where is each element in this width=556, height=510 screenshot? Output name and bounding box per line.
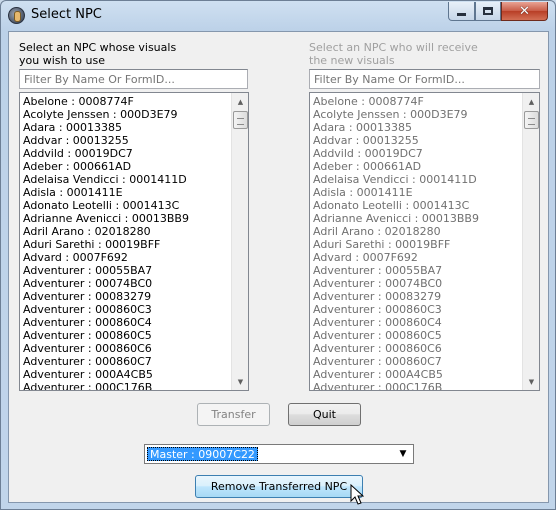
list-item[interactable]: Adventurer : 000860C6 (310, 342, 522, 355)
target-npc-label-line1: Select an NPC who will receive (309, 41, 478, 54)
scroll-thumb[interactable] (524, 111, 539, 129)
list-item[interactable]: Adventurer : 000A4CB5 (20, 368, 232, 381)
target-npc-label: Select an NPC who will receive the new v… (309, 41, 478, 67)
list-item[interactable]: Adril Arano : 02018280 (310, 225, 522, 238)
title-bar[interactable]: Select NPC ✕ (1, 1, 555, 31)
list-item[interactable]: Adeber : 000661AD (20, 160, 232, 173)
target-npc-label-line2: the new visuals (309, 54, 395, 67)
source-npc-label-line2: you wish to use (19, 54, 105, 67)
close-button[interactable]: ✕ (501, 2, 548, 21)
list-item[interactable]: Acolyte Jenssen : 000D3E79 (310, 108, 522, 121)
list-item[interactable]: Adventurer : 00055BA7 (20, 264, 232, 277)
list-item[interactable]: Adventurer : 000860C6 (20, 342, 232, 355)
list-item[interactable]: Adventurer : 000860C3 (20, 303, 232, 316)
list-item[interactable]: Addvild : 00019DC7 (310, 147, 522, 160)
source-npc-label-line1: Select an NPC whose visuals (19, 41, 177, 54)
source-list-scrollbar[interactable]: ▲ ▼ (231, 93, 248, 390)
minimize-icon (457, 13, 466, 16)
list-item[interactable]: Adventurer : 00055BA7 (310, 264, 522, 277)
list-item[interactable]: Adventurer : 000860C7 (310, 355, 522, 368)
list-item[interactable]: Adventurer : 000C176B (310, 381, 522, 390)
app-icon (8, 7, 25, 24)
source-npc-items: Abelone : 0008774F Acolyte Jenssen : 000D… (20, 95, 232, 390)
select-npc-window: Select NPC ✕ Select an NPC whose visuals… (0, 0, 556, 510)
master-select-value: Master : 09007C22 (147, 447, 258, 461)
list-item[interactable]: Advard : 0007F692 (20, 251, 232, 264)
list-item[interactable]: Addvar : 00013255 (310, 134, 522, 147)
list-item[interactable]: Addvar : 00013255 (20, 134, 232, 147)
chevron-down-icon[interactable]: ▼ (396, 447, 410, 461)
list-item[interactable]: Addvild : 00019DC7 (20, 147, 232, 160)
list-item[interactable]: Adventurer : 000860C3 (310, 303, 522, 316)
mouse-cursor-icon (350, 484, 364, 505)
master-select[interactable]: Master : 09007C22 ▼ (144, 444, 414, 464)
list-item[interactable]: Adara : 00013385 (310, 121, 522, 134)
target-filter-input[interactable] (309, 69, 540, 89)
maximize-icon (483, 7, 493, 15)
list-item[interactable]: Adril Arano : 02018280 (20, 225, 232, 238)
list-item[interactable]: Advard : 0007F692 (310, 251, 522, 264)
list-item[interactable]: Adventurer : 000860C5 (310, 329, 522, 342)
minimize-button[interactable] (448, 2, 475, 21)
list-item[interactable]: Adventurer : 000C176B (20, 381, 232, 390)
list-item[interactable]: Adventurer : 00074BC0 (310, 277, 522, 290)
list-item[interactable]: Adventurer : 000860C7 (20, 355, 232, 368)
list-item[interactable]: Abelone : 0008774F (310, 95, 522, 108)
list-item[interactable]: Adisla : 0001411E (310, 186, 522, 199)
list-item[interactable]: Adventurer : 000A4CB5 (310, 368, 522, 381)
target-npc-items: Abelone : 0008774F Acolyte Jenssen : 000D… (310, 95, 522, 390)
remove-transferred-npc-button[interactable]: Remove Transferred NPC (195, 475, 363, 498)
window-title: Select NPC (31, 7, 102, 22)
list-item[interactable]: Adventurer : 000860C5 (20, 329, 232, 342)
list-item[interactable]: Aduri Sarethi : 00019BFF (20, 238, 232, 251)
source-filter-input[interactable] (19, 69, 248, 89)
scroll-thumb[interactable] (233, 111, 248, 129)
list-item[interactable]: Aduri Sarethi : 00019BFF (310, 238, 522, 251)
scroll-up-arrow-icon[interactable]: ▲ (523, 93, 539, 110)
list-item[interactable]: Adventurer : 000860C4 (310, 316, 522, 329)
list-item[interactable]: Adisla : 0001411E (20, 186, 232, 199)
list-item[interactable]: Adventurer : 00074BC0 (20, 277, 232, 290)
list-item[interactable]: Adventurer : 000860C4 (20, 316, 232, 329)
list-item[interactable]: Adara : 00013385 (20, 121, 232, 134)
list-item[interactable]: Adeber : 000661AD (310, 160, 522, 173)
target-npc-list[interactable]: Abelone : 0008774F Acolyte Jenssen : 000D… (309, 92, 540, 391)
list-item[interactable]: Adonato Leotelli : 0001413C (20, 199, 232, 212)
scroll-down-arrow-icon[interactable]: ▼ (523, 373, 539, 390)
list-item[interactable]: Abelone : 0008774F (20, 95, 232, 108)
list-item[interactable]: Adelaisa Vendicci : 0001411D (20, 173, 232, 186)
target-list-scrollbar[interactable]: ▲ ▼ (522, 93, 539, 390)
dialog-client-area: Select an NPC whose visuals you wish to … (8, 31, 549, 503)
scroll-down-arrow-icon[interactable]: ▼ (232, 373, 248, 390)
list-item[interactable]: Adventurer : 00083279 (310, 290, 522, 303)
list-item[interactable]: Adelaisa Vendicci : 0001411D (310, 173, 522, 186)
transfer-button[interactable]: Transfer (197, 403, 270, 426)
scroll-up-arrow-icon[interactable]: ▲ (232, 93, 248, 110)
list-item[interactable]: Adonato Leotelli : 0001413C (310, 199, 522, 212)
close-icon: ✕ (519, 3, 530, 19)
source-npc-label: Select an NPC whose visuals you wish to … (19, 41, 176, 67)
quit-button[interactable]: Quit (288, 403, 361, 426)
list-item[interactable]: Adventurer : 00083279 (20, 290, 232, 303)
list-item[interactable]: Acolyte Jenssen : 000D3E79 (20, 108, 232, 121)
list-item[interactable]: Adrianne Avenicci : 00013BB9 (310, 212, 522, 225)
source-npc-list[interactable]: Abelone : 0008774F Acolyte Jenssen : 000D… (19, 92, 249, 391)
list-item[interactable]: Adrianne Avenicci : 00013BB9 (20, 212, 232, 225)
maximize-button[interactable] (475, 2, 501, 21)
